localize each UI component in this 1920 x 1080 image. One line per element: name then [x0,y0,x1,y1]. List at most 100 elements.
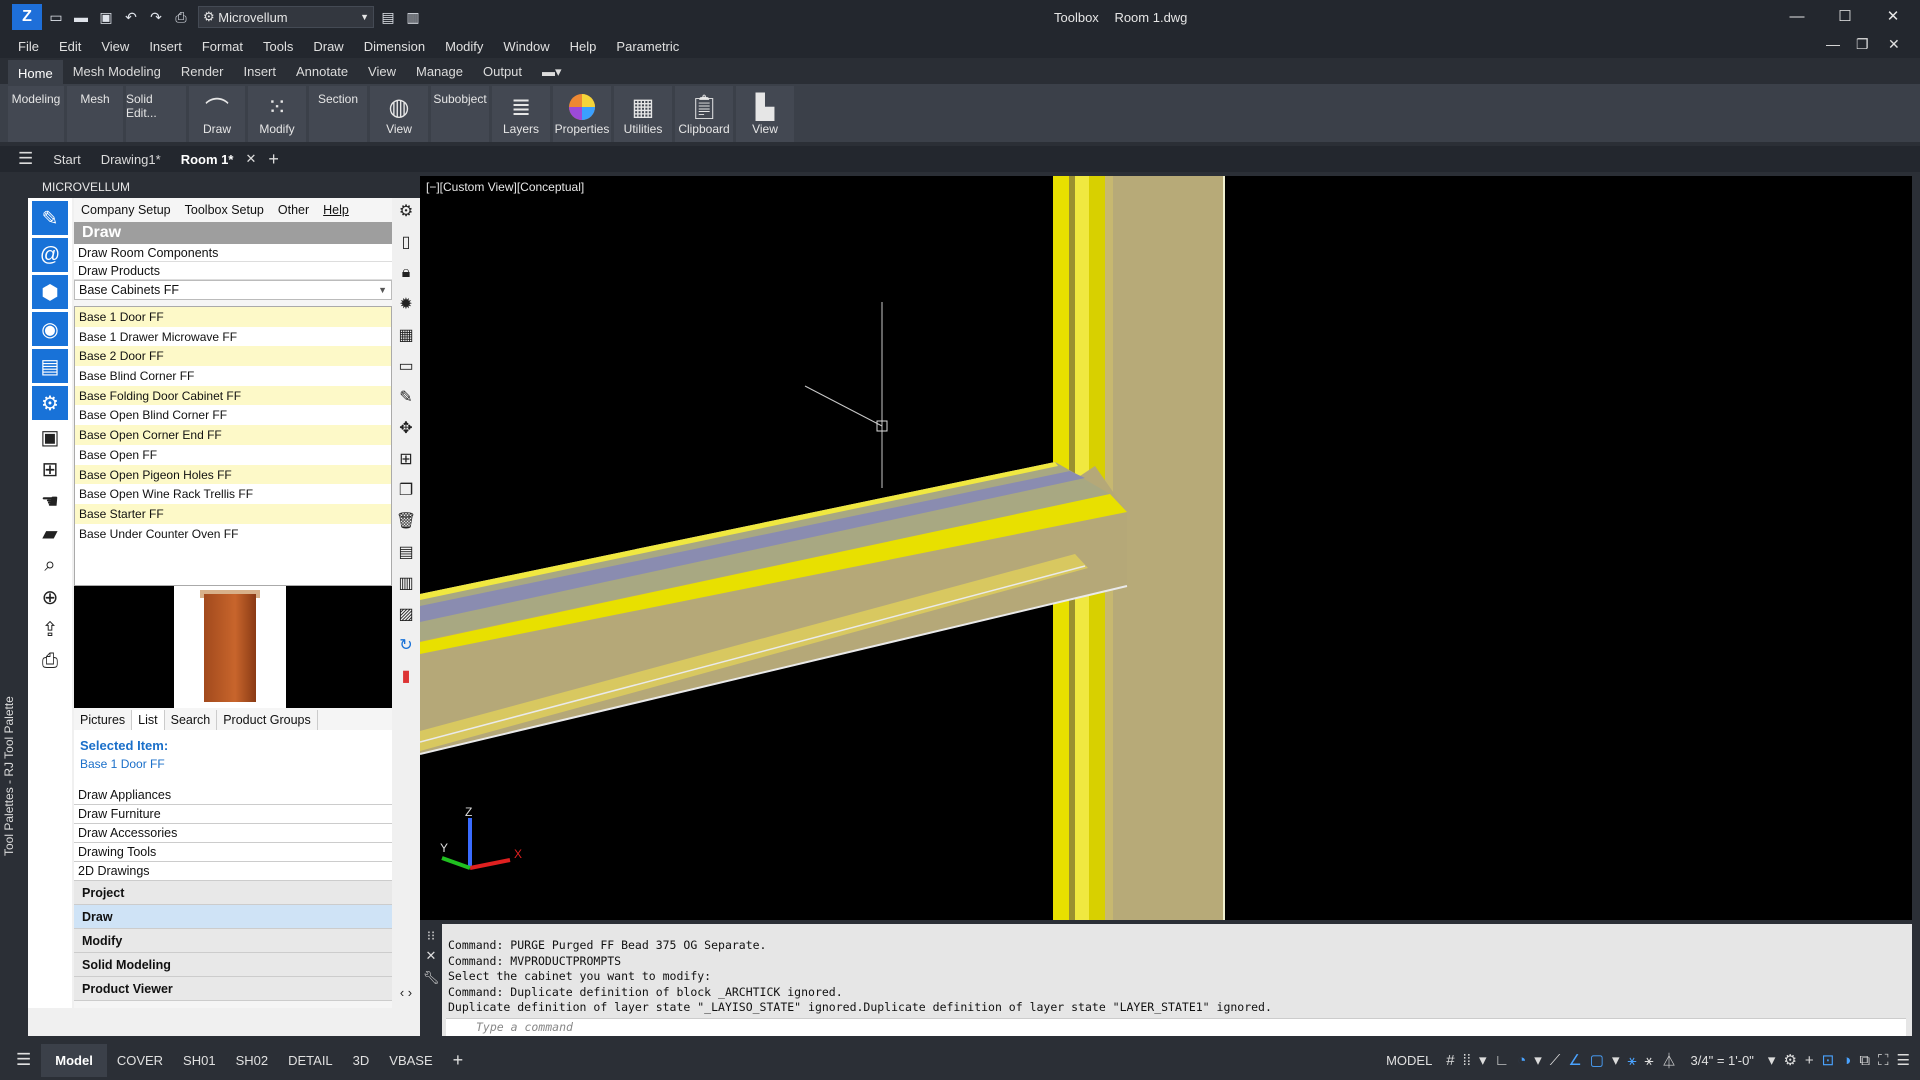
nav-project[interactable]: Project [74,881,392,905]
spiral-icon[interactable]: @ [32,238,68,272]
menu-modify[interactable]: Modify [445,39,483,54]
nav-solid-modeling[interactable]: Solid Modeling [74,953,392,977]
menu-format[interactable]: Format [202,39,243,54]
ribbon-tab-render[interactable]: Render [171,60,234,84]
subtab-product-groups[interactable]: Product Groups [217,710,318,730]
nav-draw[interactable]: Draw [74,905,392,929]
mesh-button[interactable]: Mesh [67,86,123,142]
menu-company-setup[interactable]: Company Setup [81,203,171,217]
fullscreen-icon[interactable]: ⛶ [1878,1052,1889,1069]
group-2d-drawings[interactable]: 2D Drawings [74,862,392,881]
modeling-button[interactable]: Modeling [8,86,64,142]
document-icon[interactable]: ▯ [392,229,420,255]
list-item[interactable]: Base Open Blind Corner FF [75,405,391,425]
list-item[interactable]: Base Open Wine Rack Trellis FF [75,484,391,504]
properties-button[interactable]: Properties [553,86,611,142]
viewport-controls-label[interactable]: [−][Custom View][Conceptual] [426,180,584,194]
page-icon[interactable]: ▭ [392,353,420,379]
isodraft-icon[interactable]: ⟋ [1550,1052,1561,1069]
list-item[interactable]: Base 2 Door FF [75,346,391,367]
workspace-gear-icon[interactable]: ⚙ [1783,1051,1796,1069]
pdf-icon[interactable]: ▮ [392,663,420,689]
doc-restore-icon[interactable]: ❐ [1856,36,1869,53]
print-preview-icon[interactable]: ▤ [32,349,68,383]
list-item[interactable]: Base Under Counter Oven FF [75,524,391,544]
modify-button[interactable]: ⁙ Modify [248,86,306,142]
doc-tab-room1[interactable]: Room 1* [171,152,244,167]
object-snap-icon[interactable]: ▢ [1590,1051,1604,1069]
section-button[interactable]: Section [309,86,367,142]
model-space-toggle[interactable]: MODEL [1376,1053,1442,1068]
list-item[interactable]: Base 1 Door FF [75,307,391,327]
refresh-icon[interactable]: ↻ [392,632,420,658]
menu-toolbox-setup[interactable]: Toolbox Setup [185,203,264,217]
save-icon[interactable]: ▣ [95,6,117,28]
search-document-icon[interactable]: ⌕ [32,551,68,579]
menu-view[interactable]: View [101,39,129,54]
cube-icon[interactable]: ⬢ [32,275,68,309]
grid-icon[interactable]: ▦ [392,322,420,348]
menu-other[interactable]: Other [278,203,309,217]
layout-tab-sh02[interactable]: SH02 [226,1053,279,1068]
layout-tab-3d[interactable]: 3D [343,1053,380,1068]
scroll-arrows-icon[interactable]: ‹ › [392,979,420,1005]
group-draw-accessories[interactable]: Draw Accessories [74,824,392,843]
printer-icon[interactable]: ⎙ [32,647,68,675]
product-category-select[interactable]: Base Cabinets FF ▼ [74,280,392,300]
grip-icon[interactable]: ⁝⁝ [420,928,442,944]
grid-display-icon[interactable]: # [1446,1052,1454,1069]
pencil-icon[interactable]: ✎ [32,201,68,235]
solid-edit-button[interactable]: Solid Edit... [126,86,186,142]
hardware-acceleration-icon[interactable]: ◑ [1842,1052,1851,1069]
new-tab-icon[interactable]: + [258,149,289,170]
polar-tracking-icon[interactable]: ◔ [1517,1052,1526,1069]
camera-icon[interactable]: ◉ [32,312,68,346]
trash-icon[interactable]: 🗑︎ [392,508,420,534]
menu-insert[interactable]: Insert [149,39,182,54]
view2-button[interactable]: ▙ View [736,86,794,142]
dropdown-icon[interactable]: ▾ [1768,1051,1776,1069]
menu-draw[interactable]: Draw [313,39,343,54]
subobject-button[interactable]: Subobject [431,86,489,142]
customization-menu-icon[interactable]: ☰ [1897,1051,1910,1069]
wrench-icon[interactable]: 🔧︎ [420,970,442,986]
ortho-icon[interactable]: ∟ [1495,1052,1510,1069]
app-logo-icon[interactable]: Z [12,4,42,30]
pen-icon[interactable]: ✎ [392,384,420,410]
ribbon-tab-view[interactable]: View [358,60,406,84]
move-icon[interactable]: ✥ [392,415,420,441]
lock-icon[interactable]: 🔒︎ [392,260,420,286]
folder-open-icon[interactable]: ▰ [32,519,68,547]
close-tab-icon[interactable]: ✕ [243,151,258,167]
menu-parametric[interactable]: Parametric [616,39,679,54]
big-gear-icon[interactable]: ✹ [392,291,420,317]
layout-menu-icon[interactable]: ☰ [6,1050,41,1070]
minimize-button[interactable]: — [1782,6,1812,28]
draw-button[interactable]: ⌒ Draw [189,86,245,142]
doc-tab-drawing1[interactable]: Drawing1* [91,152,171,167]
tool-palette-strip[interactable]: Tool Palettes - RJ Tool Palette [0,176,28,1036]
utilities-button[interactable]: ▦ Utilities [614,86,672,142]
add-layout-icon[interactable]: + [443,1050,474,1071]
clipboard-list-icon[interactable]: ▣ [32,423,68,451]
doc-minimize-icon[interactable]: — [1826,36,1840,52]
command-window-handle[interactable]: ⁝⁝ ✕ 🔧︎ [420,924,442,1036]
menu-help[interactable]: Help [323,203,349,217]
draw-room-components-link[interactable]: Draw Room Components [74,244,392,262]
annotation-monitor-icon[interactable]: + [1805,1052,1814,1069]
publish-icon[interactable]: ▥ [402,6,424,28]
dropdown-icon[interactable]: ▾ [1479,1051,1487,1069]
copy-icon[interactable]: ❐ [392,477,420,503]
hand-icon[interactable]: ☚ [32,487,68,515]
export-icon[interactable]: ▨ [392,601,420,627]
print-icon[interactable]: ⎙ [170,6,192,28]
open-folder-icon[interactable]: ▬ [70,6,92,28]
ribbon-tab-annotate[interactable]: Annotate [286,60,358,84]
list-item[interactable]: Base Folding Door Cabinet FF [75,385,391,406]
close-button[interactable]: ✕ [1878,6,1908,28]
ribbon-tab-output[interactable]: Output [473,60,532,84]
group-draw-appliances[interactable]: Draw Appliances [74,786,392,805]
subtab-pictures[interactable]: Pictures [74,710,133,730]
export-document-icon[interactable]: ⇪ [32,615,68,643]
list-item[interactable]: Base Blind Corner FF [75,366,391,386]
